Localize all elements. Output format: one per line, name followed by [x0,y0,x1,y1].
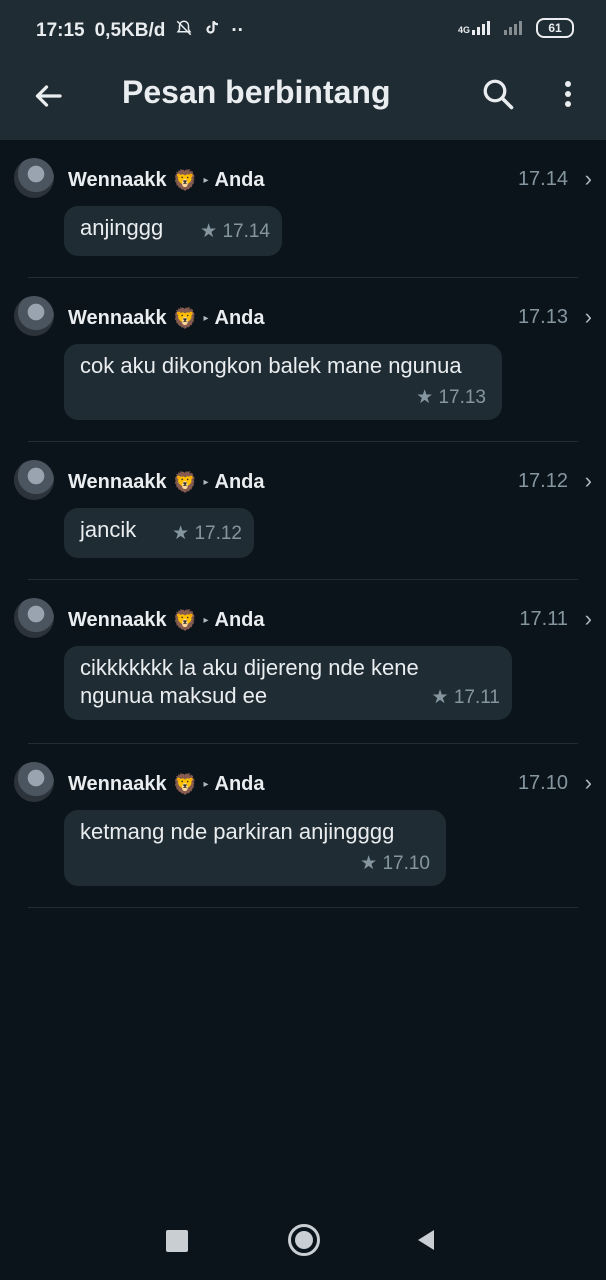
star-time: 17.10 [382,853,430,874]
message-bubble[interactable]: anjinggg ★ 17.14 [64,206,282,256]
network-speed: 0,5KB/d [94,20,166,41]
star-icon: ★ [416,387,434,408]
arrow-right-icon: ▸ [203,313,209,324]
more-vertical-icon [565,81,571,107]
starred-message-item[interactable]: Wennaakk 🦁 ▸ Anda 17.11 › cikkkkkkk la a… [0,580,606,744]
sender-emoji: 🦁 [172,170,198,192]
avatar[interactable] [14,762,54,802]
sender-emoji: 🦁 [172,308,198,330]
system-navigation-bar [0,1200,606,1280]
message-time: 17.12 [517,470,568,492]
home-icon [295,1231,313,1249]
page-title: Pesan berbintang [122,74,391,110]
status-time: 17:15 [36,20,85,41]
signal-weak-icon [504,21,522,35]
status-bar: 17:15 0,5KB/d ·· 4G 61 [0,0,606,60]
triangle-back-icon [418,1230,434,1250]
arrow-right-icon: ▸ [203,477,209,488]
chevron-right-icon[interactable]: › [585,304,592,330]
battery-icon: 61 [536,18,574,38]
starred-message-item[interactable]: Wennaakk 🦁 ▸ Anda 17.12 › jancik ★ 17.12 [0,442,606,580]
star-icon: ★ [360,853,378,874]
sender-emoji: 🦁 [172,610,198,632]
home-button[interactable] [288,1224,320,1256]
star-time: 17.11 [453,687,500,708]
tiktok-icon [203,18,221,44]
recipient-name: Anda [214,609,265,631]
arrow-right-icon: ▸ [203,615,209,626]
chevron-right-icon[interactable]: › [585,770,592,796]
star-icon: ★ [200,221,218,242]
avatar[interactable] [14,598,54,638]
star-time: 17.14 [222,221,270,242]
avatar[interactable] [14,460,54,500]
network-type: 4G [457,25,470,35]
recipient-name: Anda [214,471,265,493]
message-time: 17.11 [519,608,568,630]
avatar[interactable] [14,158,54,198]
sender-name: Wennaakk [68,169,167,191]
message-text: jancik [80,517,137,542]
recipient-name: Anda [214,773,265,795]
starred-message-item[interactable]: Wennaakk 🦁 ▸ Anda 17.10 › ketmang nde pa… [0,744,606,908]
signal-4g-icon: 4G [458,21,490,35]
starred-message-item[interactable]: Wennaakk 🦁 ▸ Anda 17.13 › cok aku dikong… [0,278,606,442]
chevron-right-icon[interactable]: › [585,468,592,494]
back-button[interactable] [30,78,66,114]
star-icon: ★ [431,687,449,708]
search-button[interactable] [480,76,516,112]
divider [28,907,578,908]
sender-emoji: 🦁 [172,472,198,494]
message-text: ketmang nde parkiran anjingggg [80,819,395,844]
star-time: 17.12 [194,523,242,544]
avatar[interactable] [14,296,54,336]
arrow-left-icon [35,85,62,107]
message-time: 17.10 [517,772,568,794]
message-bubble[interactable]: cok aku dikongkon balek mane ngunua ★ 17… [64,344,502,420]
message-text: cikkkkkkk la aku dijereng nde kene ngunu… [80,655,419,708]
recipient-name: Anda [214,169,265,191]
sender-emoji: 🦁 [172,774,198,796]
chevron-right-icon[interactable]: › [585,606,592,632]
recipient-name: Anda [214,307,265,329]
message-bubble[interactable]: ketmang nde parkiran anjingggg ★ 17.10 [64,810,446,886]
more-options-button[interactable] [556,76,580,112]
message-time: 17.14 [517,168,568,190]
arrow-right-icon: ▸ [203,779,209,790]
chevron-right-icon[interactable]: › [585,166,592,192]
sender-name: Wennaakk [68,609,167,631]
sender-name: Wennaakk [68,773,167,795]
message-text: anjinggg [80,215,164,240]
star-icon: ★ [172,523,190,544]
message-bubble[interactable]: cikkkkkkk la aku dijereng nde kene ngunu… [64,646,512,720]
message-text: cok aku dikongkon balek mane ngunua [80,353,462,378]
sender-name: Wennaakk [68,307,167,329]
starred-message-item[interactable]: Wennaakk 🦁 ▸ Anda 17.14 › anjinggg ★ 17.… [0,140,606,278]
message-time: 17.13 [517,306,568,328]
sender-name: Wennaakk [68,471,167,493]
search-icon [483,79,514,110]
back-nav-button[interactable] [414,1228,438,1257]
more-notifications-icon: ·· [231,20,245,41]
recent-apps-button[interactable] [166,1230,188,1252]
app-bar: Pesan berbintang [0,60,606,140]
bell-off-icon [175,19,193,43]
battery-level: 61 [548,21,562,35]
arrow-right-icon: ▸ [203,175,209,186]
star-time: 17.13 [438,387,486,408]
message-bubble[interactable]: jancik ★ 17.12 [64,508,254,558]
